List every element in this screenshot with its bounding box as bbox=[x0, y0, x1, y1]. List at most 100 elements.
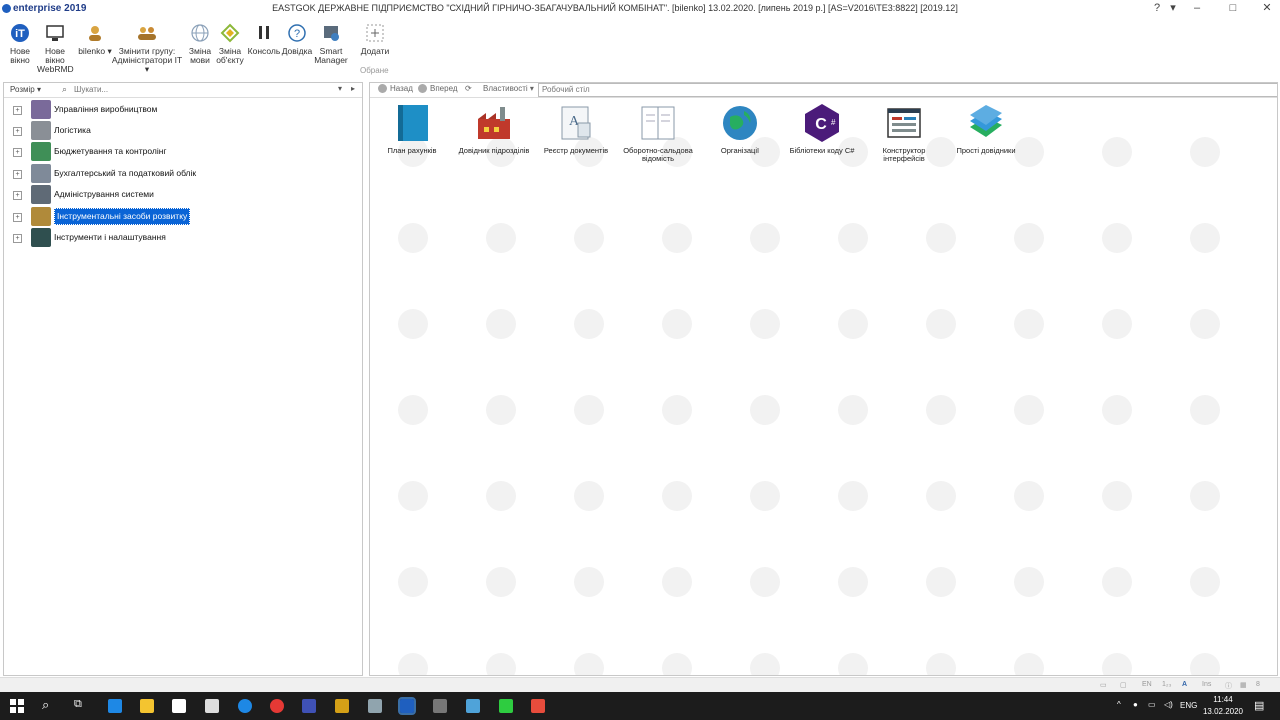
watermark-logo-icon bbox=[926, 481, 956, 511]
tree-toolbar: Розмір ▾ ⌕ ▾ ▸ bbox=[4, 83, 362, 98]
close-button[interactable]: ✕ bbox=[1252, 0, 1280, 16]
new-window-button[interactable]: iT Нове вікно bbox=[2, 22, 38, 65]
change-object-button[interactable]: Зміна об'єкту bbox=[212, 22, 248, 65]
insert-indicator: Ins bbox=[1202, 681, 1212, 688]
tree-collapse-arrow-icon[interactable]: ▸ bbox=[351, 84, 355, 93]
app-icon[interactable] bbox=[238, 699, 252, 713]
globe-icon bbox=[189, 22, 211, 44]
title-bar: enterprise 2019 EASTGOK ДЕРЖАВНЕ ПІДПРИЄ… bbox=[0, 0, 1280, 16]
minimize-button[interactable]: – bbox=[1182, 0, 1212, 16]
watermark-logo-icon bbox=[398, 223, 428, 253]
expand-icon[interactable]: + bbox=[13, 106, 22, 115]
watermark-logo-icon bbox=[662, 309, 692, 339]
settings-gear-icon[interactable] bbox=[433, 699, 447, 713]
watermark-logo-icon bbox=[574, 653, 604, 675]
notes-app-icon[interactable] bbox=[368, 699, 382, 713]
watermark-logo-icon bbox=[926, 309, 956, 339]
tree-item-dev-tools[interactable]: + Інструментальні засоби розвитку bbox=[4, 207, 360, 227]
tree-item-production[interactable]: + Управління виробництвом bbox=[4, 100, 360, 120]
task-view-icon[interactable]: ⧉ bbox=[74, 698, 82, 711]
desktop-item-label: Оборотно-сальдова відомість bbox=[623, 146, 693, 163]
address-bar[interactable]: Робочий стіл bbox=[538, 83, 1277, 97]
input-language[interactable]: ENG bbox=[1180, 701, 1197, 710]
watermark-logo-icon bbox=[1190, 395, 1220, 425]
tree-item-administration[interactable]: + Адміністрування системи bbox=[4, 185, 360, 205]
store-icon[interactable] bbox=[172, 699, 186, 713]
back-button[interactable]: Назад bbox=[378, 84, 413, 93]
console-button[interactable]: Консоль bbox=[246, 22, 282, 56]
search-dropdown-icon[interactable]: ▾ bbox=[338, 84, 342, 93]
it-enterprise-taskbar-icon[interactable] bbox=[398, 697, 416, 715]
tree-item-accounting[interactable]: + Бухгалтерський та податковий облік bbox=[4, 164, 360, 184]
desktop-item-departments[interactable]: Довідник підрозділів bbox=[453, 103, 535, 155]
mail-icon[interactable] bbox=[205, 699, 219, 713]
properties-button[interactable]: Властивості ▾ bbox=[483, 84, 534, 93]
departments-icon bbox=[474, 103, 514, 143]
save-app-icon[interactable] bbox=[302, 699, 316, 713]
help-button[interactable]: ? Довідка bbox=[279, 22, 315, 56]
watermark-logo-icon bbox=[1190, 137, 1220, 167]
watermark-logo-icon bbox=[1014, 481, 1044, 511]
watermark-logo-icon bbox=[398, 567, 428, 597]
watermark-logo-icon bbox=[750, 481, 780, 511]
tree-item-logistics[interactable]: + Логістика bbox=[4, 121, 360, 141]
tools-app-icon[interactable] bbox=[335, 699, 349, 713]
user-button[interactable]: bilenko ▾ bbox=[77, 22, 113, 56]
watermark-logo-icon bbox=[486, 223, 516, 253]
tree-search-input[interactable] bbox=[74, 84, 342, 94]
notification-center-icon[interactable]: ▤ bbox=[1254, 699, 1264, 712]
edge-browser-icon[interactable] bbox=[108, 699, 122, 713]
watermark-logo-icon bbox=[574, 395, 604, 425]
watermark-logo-icon bbox=[486, 481, 516, 511]
desktop-item-chart-of-accounts[interactable]: План рахунків bbox=[371, 103, 453, 155]
chrome-icon[interactable] bbox=[270, 699, 284, 713]
tree-item-label: Управління виробництвом bbox=[54, 104, 158, 114]
monitor-icon bbox=[44, 22, 66, 44]
search-icon[interactable]: ⌕ bbox=[42, 697, 49, 713]
tree-item-tools-settings[interactable]: + Інструменти і налаштування bbox=[4, 228, 360, 248]
forward-button[interactable]: Вперед bbox=[418, 84, 458, 93]
diamond-icon bbox=[219, 22, 241, 44]
windows-start-icon[interactable] bbox=[10, 699, 24, 713]
expand-icon[interactable]: + bbox=[13, 170, 22, 179]
volume-icon[interactable]: ◁) bbox=[1164, 700, 1173, 709]
desktop-item-simple-dictionaries[interactable]: Прості довідники bbox=[945, 103, 1027, 155]
refresh-icon[interactable]: ⟳ bbox=[465, 84, 472, 93]
desktop-panel: Назад Вперед ⟳ Властивості ▾ Робочий сті… bbox=[369, 82, 1278, 676]
expand-icon[interactable]: + bbox=[13, 148, 22, 157]
desktop-item-turnover-balance[interactable]: Оборотно-сальдова відомість bbox=[617, 103, 699, 163]
watermark-logo-icon bbox=[398, 481, 428, 511]
change-group-button[interactable]: Змінити групу: Адміністратори ІТ ▾ bbox=[110, 22, 184, 74]
desktop-item-interface-builder[interactable]: Конструктор інтерфейсів bbox=[863, 103, 945, 163]
tree-item-budgeting[interactable]: + Бюджетування та контролінг bbox=[4, 142, 360, 162]
smart-manager-label: Smart Manager bbox=[314, 46, 348, 65]
camtasia-green-icon[interactable] bbox=[499, 699, 513, 713]
expand-icon[interactable]: + bbox=[13, 191, 22, 200]
watermark-logo-icon bbox=[1102, 223, 1132, 253]
maximize-button[interactable]: □ bbox=[1218, 0, 1248, 16]
microphone-icon[interactable]: ● bbox=[1133, 700, 1138, 709]
documents-registry-icon: A bbox=[556, 103, 596, 143]
smart-manager-button[interactable]: Smart Manager bbox=[313, 22, 349, 65]
new-window-webrmd-button[interactable]: Нове вікно WebRMD bbox=[37, 22, 74, 74]
clock-time[interactable]: 11:44 bbox=[1205, 695, 1241, 704]
desktop-item-organizations[interactable]: Організації bbox=[699, 103, 781, 155]
clock-date[interactable]: 13.02.2020 bbox=[1201, 707, 1245, 716]
desktop-item-csharp-libraries[interactable]: C # Бібліотеки коду C# bbox=[781, 103, 863, 155]
info-icon: ⓘ bbox=[1225, 683, 1232, 690]
svg-text:iT: iT bbox=[15, 28, 25, 40]
camtasia-red-icon[interactable] bbox=[531, 699, 545, 713]
file-explorer-icon[interactable] bbox=[140, 699, 154, 713]
expand-icon[interactable]: + bbox=[13, 234, 22, 243]
add-icon bbox=[364, 22, 386, 44]
expand-icon[interactable]: + bbox=[13, 127, 22, 136]
admin-icon bbox=[31, 185, 51, 204]
desktop-item-documents-registry[interactable]: A Реєстр документів bbox=[535, 103, 617, 155]
size-button[interactable]: Розмір ▾ bbox=[10, 85, 41, 94]
add-favorite-button[interactable]: Додати bbox=[357, 22, 393, 56]
expand-icon[interactable]: + bbox=[13, 213, 22, 222]
tray-expand-icon[interactable]: ^ bbox=[1117, 700, 1121, 709]
remote-desktop-icon[interactable] bbox=[466, 699, 480, 713]
network-icon[interactable]: ▭ bbox=[1148, 700, 1156, 709]
change-group-label: Змінити групу: Адміністратори ІТ ▾ bbox=[111, 46, 183, 74]
